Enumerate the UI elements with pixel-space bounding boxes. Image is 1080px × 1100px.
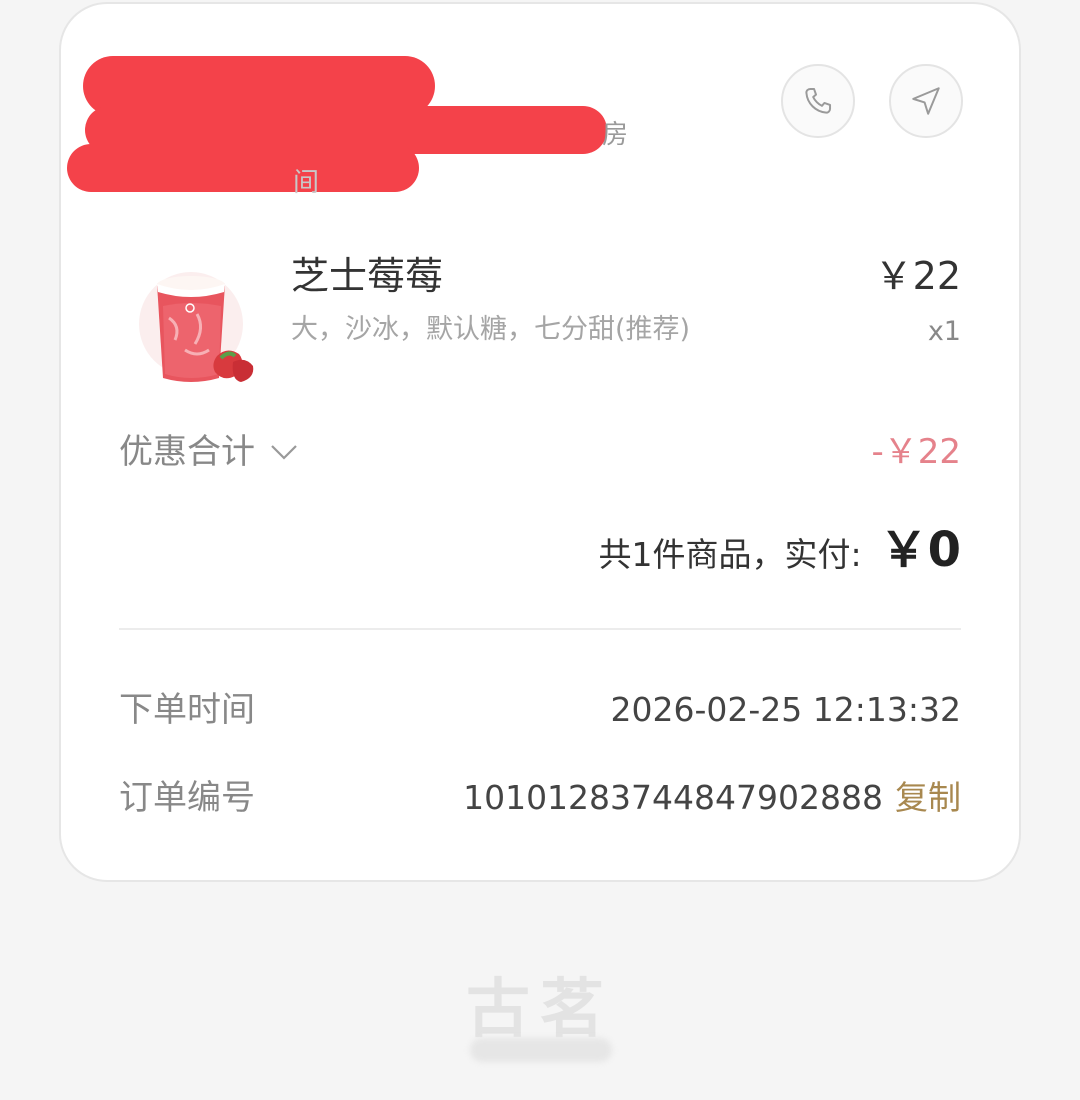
- address-fragment: 房: [602, 120, 629, 150]
- total-row: 共1件商品，实付: ￥0: [598, 510, 961, 580]
- order-time-value: 2026-02-25 12:13:32: [611, 686, 961, 734]
- redaction-mark: [67, 144, 419, 192]
- order-number-text: 10101283744847902888: [463, 778, 883, 817]
- call-button[interactable]: [781, 64, 855, 138]
- order-time-text: 2026-02-25 12:13:32: [610, 690, 961, 729]
- order-number-value: 10101283744847902888 复制: [463, 774, 961, 822]
- brand-logo-sub: [470, 1038, 612, 1062]
- product-spec: 大，沙冰，默认糖，七分甜(推荐): [291, 314, 691, 345]
- brand-logo: 古茗: [466, 973, 614, 1047]
- address-fragment: 间: [293, 168, 320, 198]
- product-price: ￥22: [874, 254, 961, 298]
- discount-value: -￥22: [871, 432, 961, 472]
- product-image: [139, 272, 254, 382]
- divider: [119, 628, 961, 630]
- total-label: 共1件商品，实付:: [598, 535, 862, 574]
- product-name: 芝士莓莓: [291, 254, 444, 298]
- copy-button[interactable]: 复制: [895, 774, 961, 822]
- discount-label: 优惠合计: [119, 432, 255, 472]
- order-card: 房 间 芝士莓莓 大，沙冰，默认糖，七分甜(推荐) ￥22 x1 优惠合计 -￥…: [59, 2, 1021, 882]
- order-time-label: 下单时间: [119, 690, 255, 730]
- navigate-button[interactable]: [889, 64, 963, 138]
- product-quantity: x1: [927, 316, 961, 347]
- phone-icon: [805, 87, 832, 114]
- navigation-arrow-icon: [912, 87, 940, 115]
- order-number-label: 订单编号: [119, 778, 255, 818]
- chevron-down-icon: [271, 445, 297, 460]
- total-amount: ￥0: [879, 522, 961, 578]
- discount-toggle[interactable]: 优惠合计: [119, 428, 299, 476]
